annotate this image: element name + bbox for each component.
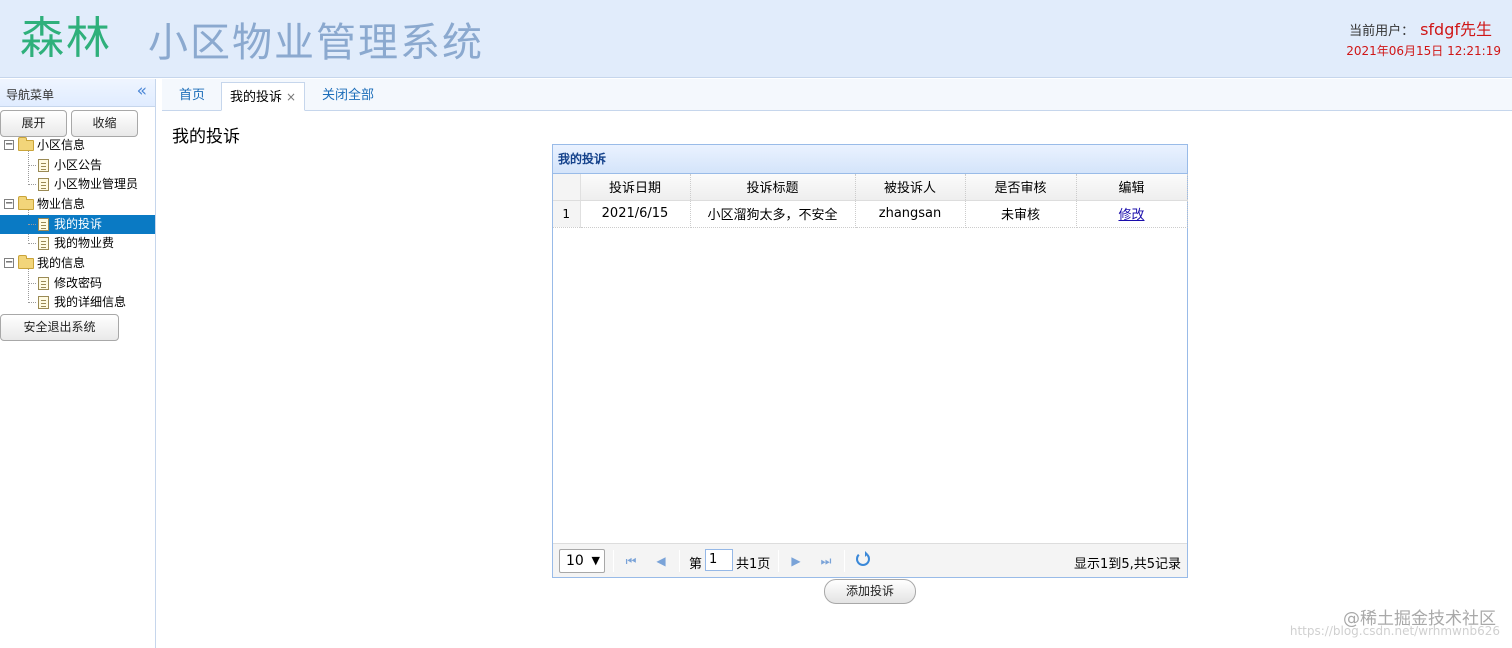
cell-title: 小区溜狗太多，不安全	[690, 200, 856, 228]
cell-date: 2021/6/15	[580, 200, 691, 228]
tree-item-label: 小区物业管理员	[54, 177, 139, 191]
nav-panel: 导航菜单 « 展开 收缩 − 小区信息 小区公告 小区物业管理员 − 物业信息	[0, 79, 156, 648]
pager-separator	[778, 550, 779, 572]
expand-all-button[interactable]: 展开	[0, 110, 67, 137]
watermark-url: https://blog.csdn.net/wrhmwnb626	[1289, 624, 1500, 638]
collapse-all-button[interactable]: 收缩	[71, 110, 138, 137]
tree-item-property-managers[interactable]: 小区物业管理员	[0, 175, 155, 194]
pager-info: 显示1到5,共5记录	[1074, 557, 1181, 572]
cell-reviewed: 未审核	[965, 200, 1077, 228]
tree-group-label: 我的信息	[37, 256, 86, 270]
tree-item-label: 我的详细信息	[54, 295, 127, 309]
tab-label: 我的投诉	[229, 90, 282, 105]
current-user-label: 当前用户：	[1349, 24, 1415, 39]
table-row[interactable]: 1 2021/6/15 小区溜狗太多，不安全 zhangsan 未审核 修改	[553, 200, 1188, 228]
tree-guide-line	[28, 224, 36, 225]
refresh-icon[interactable]	[856, 551, 870, 566]
tree-item-label: 小区公告	[54, 158, 103, 172]
current-user-name: sfdgf先生	[1420, 20, 1492, 39]
grid-title: 我的投诉	[553, 145, 1187, 174]
column-header-date[interactable]: 投诉日期	[580, 174, 691, 201]
next-page-icon[interactable]: ▶	[789, 553, 803, 569]
page-prefix: 第	[689, 557, 703, 572]
tree-group-label: 小区信息	[37, 138, 86, 152]
column-header-target[interactable]: 被投诉人	[855, 174, 966, 201]
chevron-down-icon: ▼	[591, 554, 600, 567]
row-number-header	[553, 174, 581, 201]
tree-item-my-details[interactable]: 我的详细信息	[0, 293, 155, 312]
page-size-select[interactable]: 10 ▼	[559, 549, 605, 573]
edit-link[interactable]: 修改	[1118, 208, 1144, 223]
row-number: 1	[553, 200, 581, 228]
pagination-bar: 10 ▼ ⏮ ◀ 第 1 共1页 ▶ ⏭ 显示1到5,共5记录	[553, 543, 1187, 577]
system-title: 小区物业管理系统	[148, 20, 484, 66]
tab-bar: 首页 我的投诉 × 关闭全部	[162, 79, 1512, 111]
file-icon	[38, 218, 49, 231]
file-icon	[38, 178, 49, 191]
tree-group-my-info[interactable]: − 我的信息	[0, 254, 155, 273]
folder-icon	[18, 196, 34, 210]
tree-guide-line	[28, 302, 36, 303]
table-header-row: 投诉日期 投诉标题 被投诉人 是否审核 编辑	[553, 174, 1188, 201]
column-header-edit[interactable]: 编辑	[1076, 174, 1188, 201]
pager-separator	[613, 550, 614, 572]
complaints-table: 投诉日期 投诉标题 被投诉人 是否审核 编辑 1 2021/6/15 小区溜狗太…	[553, 174, 1188, 228]
tree-item-label: 我的投诉	[54, 217, 103, 231]
column-header-title[interactable]: 投诉标题	[690, 174, 856, 201]
tree-item-my-complaints[interactable]: 我的投诉	[0, 215, 155, 234]
tree-guide-line	[28, 184, 36, 185]
nav-panel-header: 导航菜单 «	[0, 79, 155, 107]
page-total: 共1页	[736, 557, 771, 572]
tree-item-community-notice[interactable]: 小区公告	[0, 156, 155, 175]
tree-group-property-info[interactable]: − 物业信息	[0, 195, 155, 214]
tree-item-label: 我的物业费	[54, 236, 115, 250]
file-icon	[38, 296, 49, 309]
close-tab-icon[interactable]: ×	[286, 90, 296, 104]
collapse-panel-icon[interactable]: «	[137, 82, 147, 100]
collapse-node-icon[interactable]: −	[4, 258, 14, 268]
logout-button[interactable]: 安全退出系统	[0, 314, 119, 341]
file-icon	[38, 277, 49, 290]
nav-title: 导航菜单	[6, 88, 55, 102]
file-icon	[38, 237, 49, 250]
folder-icon	[18, 255, 34, 269]
tree-item-my-property-fee[interactable]: 我的物业费	[0, 234, 155, 253]
tree-guide-line	[28, 243, 36, 244]
cell-target: zhangsan	[855, 200, 966, 228]
tree-guide-line	[28, 165, 36, 166]
current-user: 当前用户： sfdgf先生	[1349, 16, 1492, 40]
add-complaint-button[interactable]: 添加投诉	[824, 579, 916, 604]
pager-separator	[844, 550, 845, 572]
tree-guide-line	[28, 283, 36, 284]
tree-item-change-password[interactable]: 修改密码	[0, 274, 155, 293]
tree-group-community-info[interactable]: − 小区信息	[0, 136, 155, 155]
prev-page-icon[interactable]: ◀	[654, 553, 668, 569]
tree-item-label: 修改密码	[54, 276, 103, 290]
pager-separator	[679, 550, 680, 572]
tab-close-all[interactable]: 关闭全部	[314, 82, 382, 111]
last-page-icon[interactable]: ⏭	[819, 553, 833, 569]
tree-group-label: 物业信息	[37, 197, 86, 211]
page-number-input[interactable]: 1	[705, 549, 733, 571]
app-header: 森林 小区物业管理系统 当前用户： sfdgf先生 2021年06月15日 12:…	[0, 0, 1512, 78]
collapse-node-icon[interactable]: −	[4, 199, 14, 209]
cell-edit: 修改	[1076, 200, 1188, 228]
tab-home[interactable]: 首页	[168, 82, 216, 111]
first-page-icon[interactable]: ⏮	[624, 553, 638, 569]
page-heading: 我的投诉	[172, 127, 240, 147]
logo: 森林	[20, 13, 112, 64]
file-icon	[38, 159, 49, 172]
folder-icon	[18, 137, 34, 151]
collapse-node-icon[interactable]: −	[4, 140, 14, 150]
current-datetime: 2021年06月15日 12:21:19	[1346, 44, 1501, 58]
complaints-grid: 我的投诉 投诉日期 投诉标题 被投诉人 是否审核 编辑 1 2021/6/15 …	[552, 144, 1188, 578]
tab-my-complaints[interactable]: 我的投诉 ×	[221, 82, 305, 111]
page-size-value: 10	[566, 553, 584, 569]
column-header-reviewed[interactable]: 是否审核	[965, 174, 1077, 201]
